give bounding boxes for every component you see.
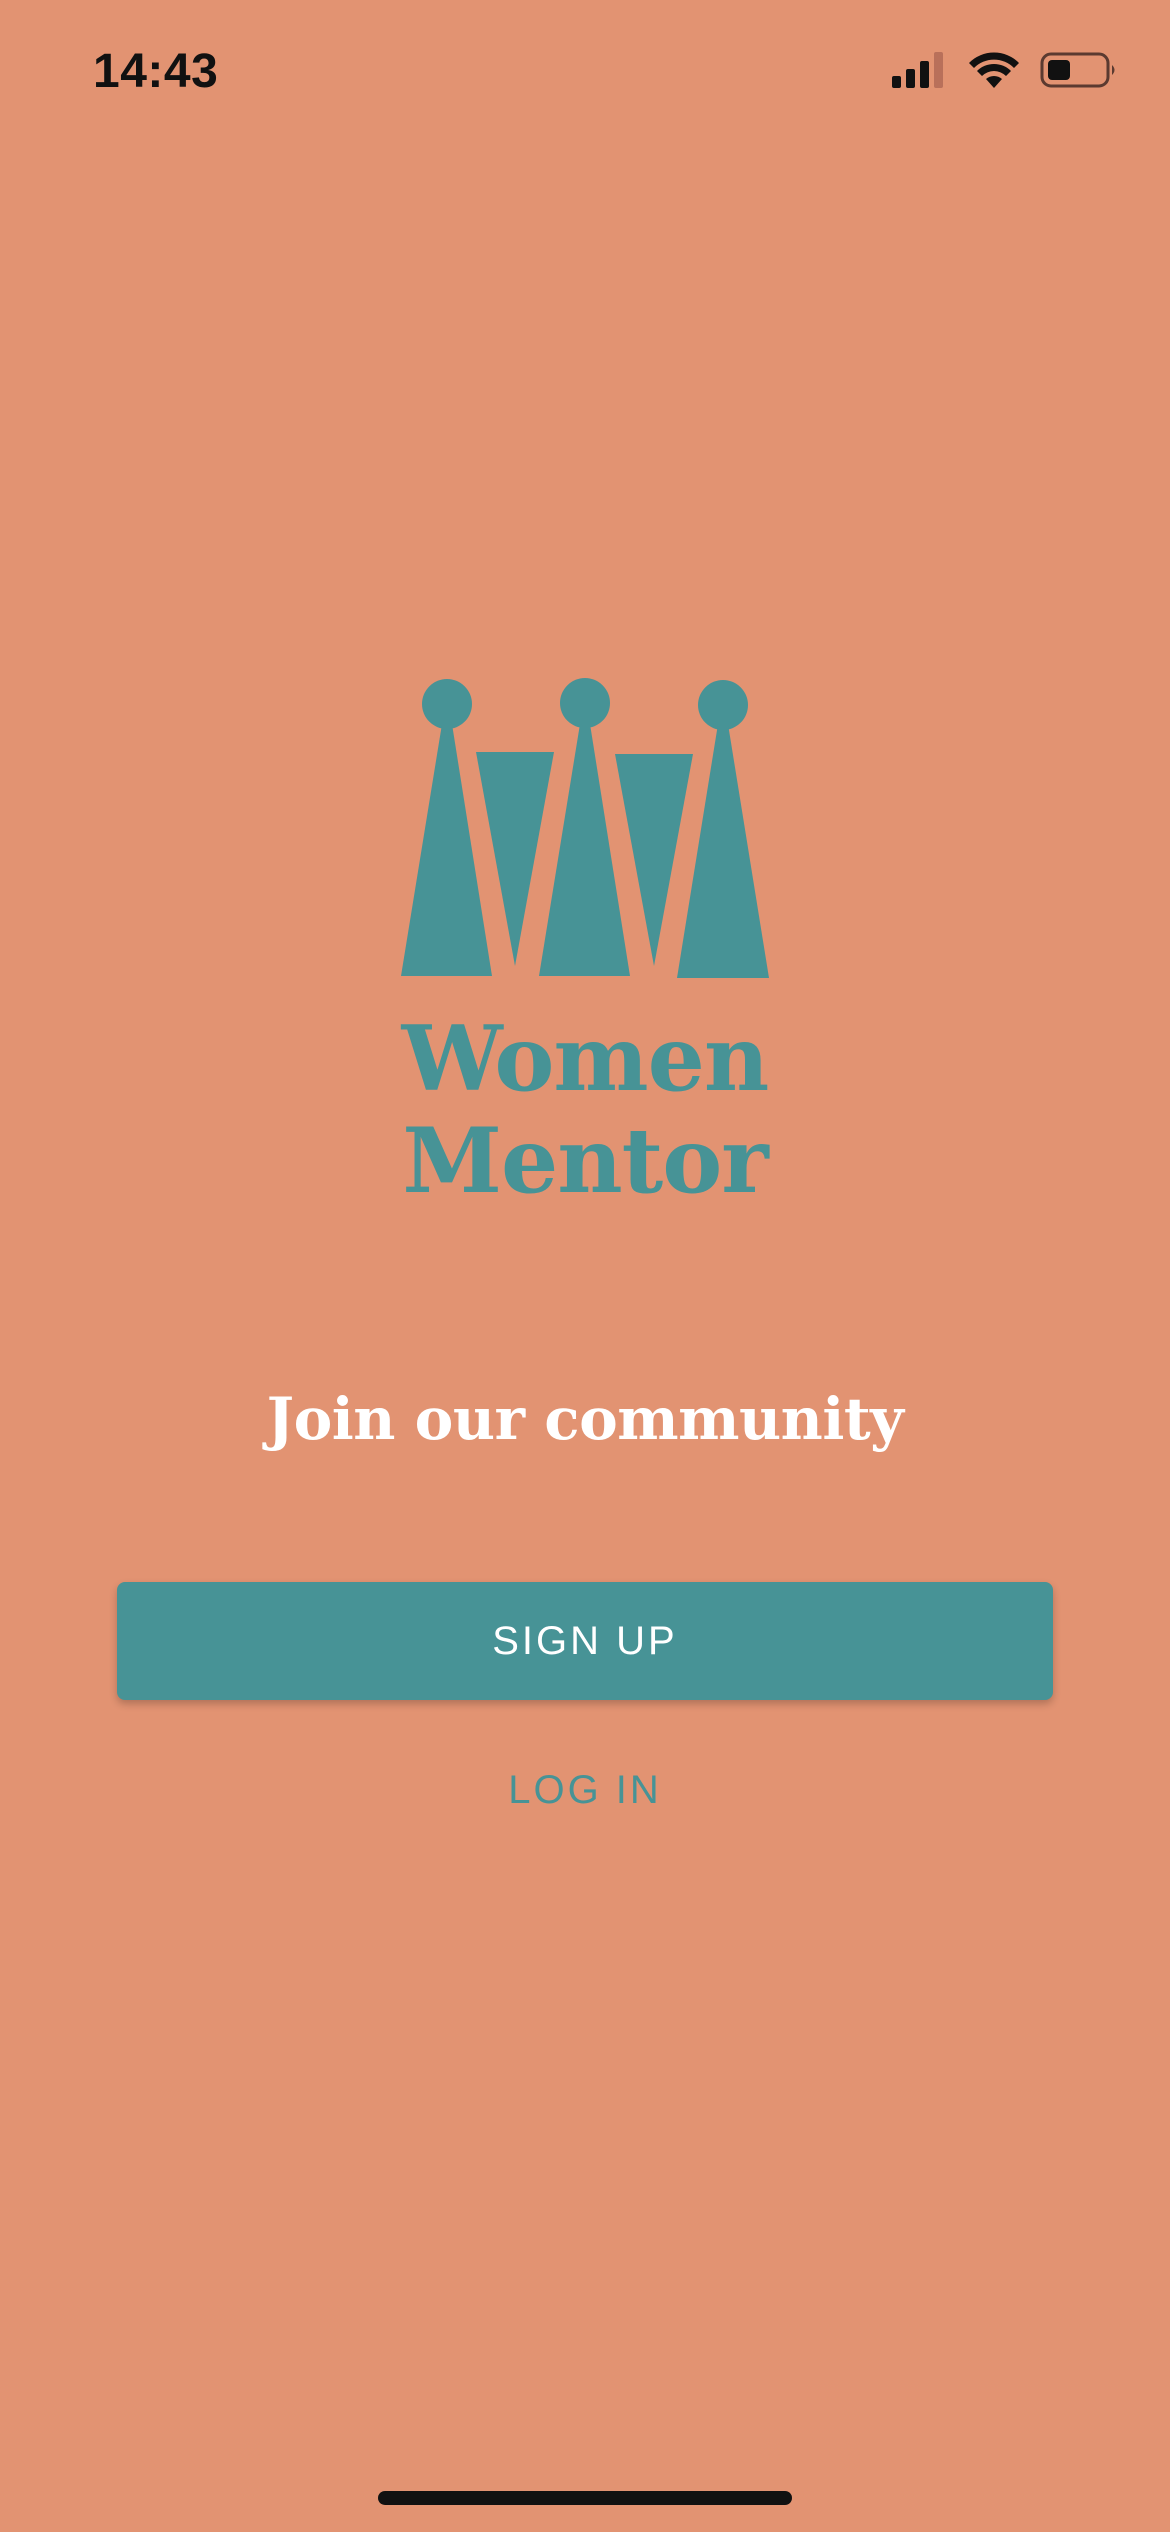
status-icons bbox=[890, 50, 1118, 90]
wifi-icon bbox=[969, 52, 1019, 88]
brand-name: Women Mentor bbox=[0, 1008, 1170, 1212]
crown-logo-icon bbox=[401, 678, 769, 978]
tagline: Join our community bbox=[266, 1385, 904, 1453]
status-time: 14:43 bbox=[93, 45, 219, 98]
home-indicator[interactable] bbox=[378, 2491, 792, 2505]
signup-button[interactable]: SIGN UP bbox=[117, 1582, 1053, 1700]
battery-icon bbox=[1040, 52, 1115, 88]
brand-name-line1: Women bbox=[401, 1006, 770, 1112]
cellular-signal-icon bbox=[892, 52, 943, 88]
brand-name-line2: Mentor bbox=[402, 1108, 768, 1214]
login-button[interactable]: LOG IN bbox=[385, 1755, 785, 1825]
status-bar: 14:43 bbox=[0, 0, 1170, 150]
